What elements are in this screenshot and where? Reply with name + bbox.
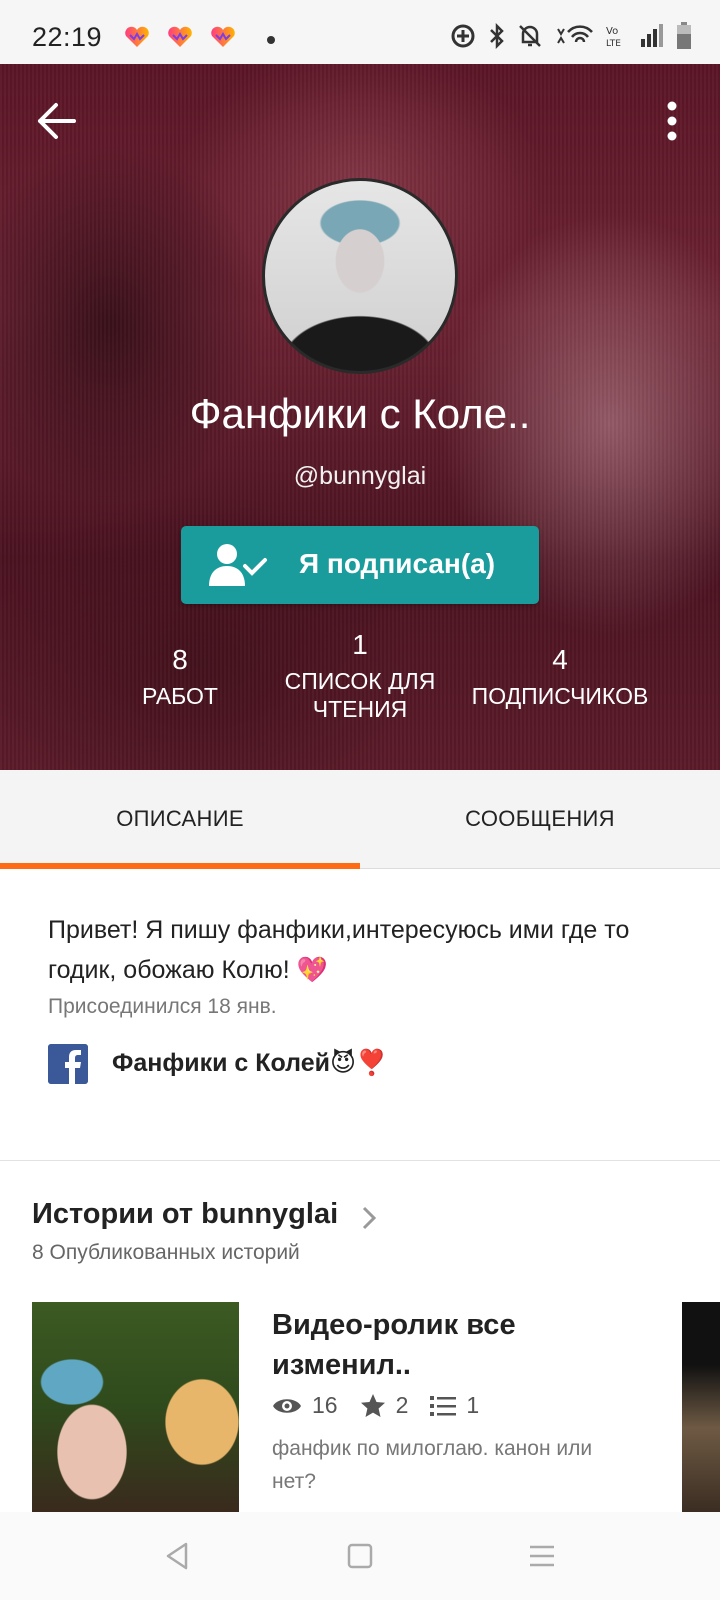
chevron-right-icon[interactable] <box>361 1205 377 1231</box>
nav-home-icon[interactable] <box>344 1540 376 1572</box>
tab-messages[interactable]: СООБЩЕНИЯ <box>360 770 720 868</box>
svg-text:Vo: Vo <box>606 26 618 37</box>
facebook-link[interactable]: Фанфики с Колей😈❣️ <box>112 1048 387 1078</box>
tab-about[interactable]: ОПИСАНИЕ <box>0 770 360 868</box>
star-icon <box>360 1393 385 1417</box>
volte-icon: Vo LTE <box>606 26 621 49</box>
story-views: 16 <box>312 1392 338 1418</box>
nav-menu-icon[interactable] <box>526 1540 558 1572</box>
stories-section-title[interactable]: Истории от bunnyglai <box>32 1198 338 1231</box>
eye-icon <box>273 1398 301 1413</box>
stat-followers[interactable]: 4 ПОДПИСЧИКОВ <box>460 644 660 710</box>
stat-works[interactable]: 8 РАБОТ <box>110 644 250 710</box>
status-time: 22:19 <box>32 22 103 52</box>
more-options-icon[interactable] <box>664 100 680 142</box>
join-date: Присоединился 18 янв. <box>48 995 277 1018</box>
following-button[interactable]: Я подписан(а) <box>181 526 539 604</box>
parts-list-icon <box>430 1395 457 1416</box>
profile-bio: Привет! Я пишу фанфики,интересуюсь ими г… <box>48 916 630 984</box>
profile-header: Фанфики с Коле.. @bunnyglai Я подписан(а… <box>0 64 720 770</box>
profile-name: Фанфики с Коле.. <box>189 390 531 437</box>
facebook-icon[interactable] <box>48 1044 88 1084</box>
story-description: фанфик по милоглаю. канон или нет? <box>272 1437 593 1493</box>
bell-off-icon <box>519 25 541 47</box>
stat-works-count: 8 <box>172 644 188 675</box>
nav-back-icon[interactable] <box>162 1540 194 1572</box>
story-cover-image[interactable] <box>32 1302 239 1512</box>
back-arrow-icon[interactable] <box>36 100 78 142</box>
notification-dot <box>267 36 275 44</box>
heart-app-icon <box>168 26 192 47</box>
wifi-icon <box>557 25 593 44</box>
svg-text:LTE: LTE <box>606 39 621 49</box>
heart-app-icon <box>125 26 149 47</box>
stat-reading-lists-label: СПИСОК ДЛЯ ЧТЕНИЯ <box>284 668 436 722</box>
profile-tabs: ОПИСАНИЕ СООБЩЕНИЯ <box>0 770 720 869</box>
stat-reading-lists[interactable]: 1 СПИСОК ДЛЯ ЧТЕНИЯ <box>270 629 450 723</box>
story-title[interactable]: Видео-ролик все изменил.. <box>272 1305 572 1385</box>
battery-icon <box>677 22 691 49</box>
story-parts: 1 <box>466 1392 480 1418</box>
story-votes: 2 <box>395 1392 409 1418</box>
following-button-label: Я подписан(а) <box>299 548 496 579</box>
sync-icon <box>451 24 475 48</box>
bluetooth-icon <box>490 23 504 49</box>
system-status-icons: Vo LTE <box>450 22 692 50</box>
signal-icon <box>641 24 663 47</box>
profile-handle: @bunnyglai <box>293 462 427 490</box>
stat-followers-label: ПОДПИСЧИКОВ <box>471 683 649 709</box>
story-stats: 16 2 1 <box>272 1392 501 1419</box>
active-tab-indicator <box>0 863 360 869</box>
stories-count: 8 Опубликованных историй <box>32 1241 300 1264</box>
next-story-cover-peek[interactable] <box>682 1302 720 1512</box>
heart-app-icon <box>211 26 235 47</box>
stat-followers-count: 4 <box>552 644 568 675</box>
user-check-icon <box>209 544 267 586</box>
system-nav-bar <box>0 1512 720 1600</box>
stat-works-label: РАБОТ <box>142 683 218 709</box>
status-bar: 22:19 Vo LTE <box>0 0 720 64</box>
stat-reading-lists-count: 1 <box>352 629 368 660</box>
profile-avatar <box>262 178 458 374</box>
section-divider <box>0 1160 720 1161</box>
